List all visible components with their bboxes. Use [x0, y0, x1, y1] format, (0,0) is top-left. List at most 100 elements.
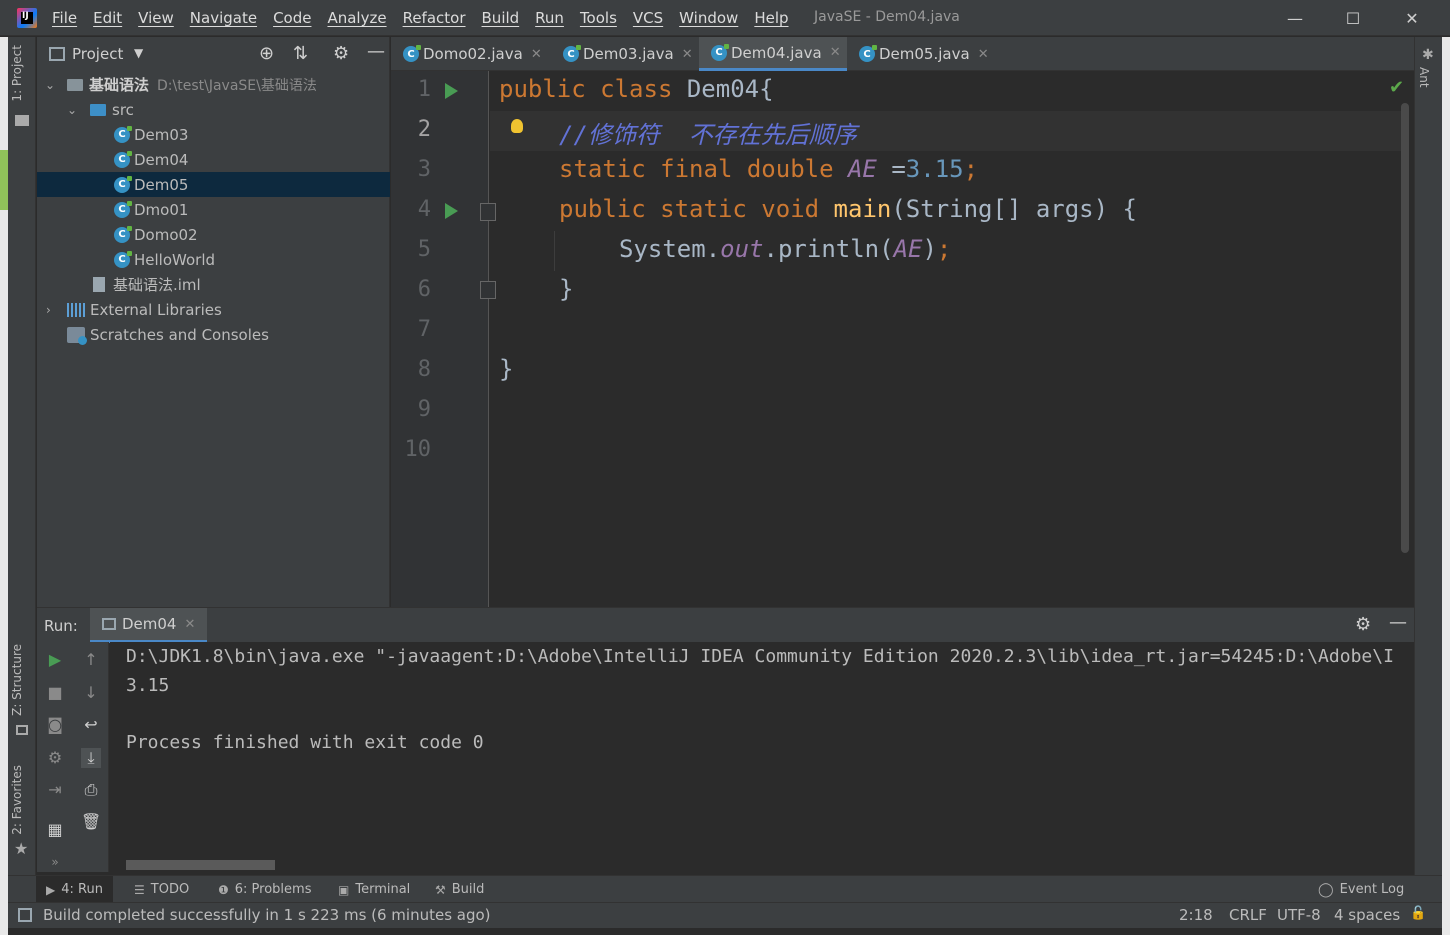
menu-vcs[interactable]: VCS	[633, 9, 663, 27]
tab-dem04[interactable]: C Dem04.java ✕	[699, 37, 847, 71]
hide-panel-icon[interactable]: —	[367, 41, 385, 62]
file-encoding[interactable]: UTF-8	[1277, 906, 1321, 924]
close-tab-icon[interactable]: ✕	[978, 47, 989, 62]
star-icon: ★	[14, 839, 29, 858]
tab-build[interactable]: ⚒ Build	[425, 876, 494, 903]
tree-item-dem03[interactable]: C Dem03	[37, 122, 390, 147]
gear-icon[interactable]: ⚙	[1355, 614, 1371, 635]
indent-setting[interactable]: 4 spaces	[1334, 906, 1400, 924]
project-tool-tab[interactable]: 1: Project	[10, 45, 24, 102]
ant-tool-tab[interactable]: Ant	[1417, 67, 1431, 88]
toggle-tool-windows-icon[interactable]	[18, 908, 32, 922]
rerun-icon[interactable]: ▶	[45, 650, 65, 670]
java-class-icon: C	[114, 225, 132, 243]
collapse-all-icon[interactable]: ⇅	[293, 43, 308, 64]
tab-problems[interactable]: ❶ 6: Problems	[208, 876, 321, 903]
settings-icon[interactable]: ⚙	[45, 748, 65, 768]
close-tab-icon[interactable]: ✕	[531, 47, 542, 62]
layout-icon[interactable]: ▦	[45, 820, 65, 840]
tree-item-helloworld[interactable]: C HelloWorld	[37, 247, 390, 272]
tab-label: Domo02.java	[423, 45, 523, 63]
tab-dem05[interactable]: C Dem05.java ✕	[847, 37, 995, 71]
line-separator[interactable]: CRLF	[1229, 906, 1267, 924]
menu-help[interactable]: Help	[754, 9, 788, 27]
menu-edit[interactable]: Edit	[93, 9, 122, 27]
gear-icon[interactable]: ⚙	[333, 43, 349, 64]
menu-code[interactable]: Code	[273, 9, 311, 27]
event-log-button[interactable]: ◯ Event Log	[1308, 876, 1414, 903]
print-icon[interactable]: ⎙	[81, 780, 101, 800]
code-token: ;	[963, 155, 979, 183]
tree-item-scratches[interactable]: Scratches and Consoles	[37, 322, 390, 347]
run-toolbar-primary: ▶ ■ ◙ ⚙ ⇥ ▦ »	[37, 642, 73, 872]
menu-build[interactable]: Build	[482, 9, 520, 27]
close-tab-icon[interactable]: ✕	[830, 45, 841, 60]
scratches-icon	[67, 326, 87, 345]
more-icon[interactable]: »	[45, 852, 65, 872]
tree-item-src[interactable]: ⌄ src	[37, 97, 390, 122]
run-class-icon[interactable]	[445, 83, 458, 99]
favorites-tool-tab[interactable]: 2: Favorites	[10, 765, 24, 835]
hide-panel-icon[interactable]: —	[1389, 612, 1407, 633]
tab-terminal[interactable]: ▣ Terminal	[328, 876, 420, 903]
tab-domo02[interactable]: C Domo02.java ✕	[391, 37, 551, 71]
tab-todo[interactable]: ☰ TODO	[124, 876, 199, 903]
tab-dem03[interactable]: C Dem03.java ✕	[551, 37, 699, 71]
fold-marker-icon[interactable]	[480, 203, 496, 221]
caret-position[interactable]: 2:18	[1179, 906, 1213, 924]
tree-item-module[interactable]: ⌄ 基础语法 D:\test\JavaSE\基础语法	[37, 72, 390, 97]
code-line-8: }	[499, 355, 513, 383]
arrow-up-icon[interactable]: ↑	[81, 650, 101, 670]
menu-window[interactable]: Window	[679, 9, 738, 27]
close-window-button[interactable]: ✕	[1384, 0, 1440, 36]
menu-file[interactable]: File	[52, 9, 77, 27]
tree-item-domo02[interactable]: C Domo02	[37, 222, 390, 247]
fold-marker-icon[interactable]	[480, 281, 496, 299]
stop-icon[interactable]: ■	[45, 683, 65, 703]
menu-analyze[interactable]: Analyze	[327, 9, 386, 27]
structure-tool-tab[interactable]: Z: Structure	[10, 644, 24, 716]
trash-icon[interactable]: 🗑	[81, 812, 101, 832]
editor-scrollbar[interactable]	[1401, 103, 1409, 553]
tree-item-dem04[interactable]: C Dem04	[37, 147, 390, 172]
code-line-3: static final double AE =3.15;	[559, 155, 978, 183]
scroll-to-end-icon[interactable]: ⤓	[81, 748, 101, 768]
menu-refactor[interactable]: Refactor	[403, 9, 466, 27]
code-editor[interactable]: 1 2 3 4 5 6 7 8 9 10 public class Dem04{…	[391, 71, 1414, 607]
soft-wrap-icon[interactable]: ↩	[81, 715, 101, 735]
status-message[interactable]: Build completed successfully in 1 s 223 …	[43, 906, 491, 924]
tree-item-iml[interactable]: 基础语法.iml	[37, 272, 390, 297]
tree-item-external-libraries[interactable]: › External Libraries	[37, 297, 390, 322]
menu-run[interactable]: Run	[535, 9, 564, 27]
console-line: Process finished with exit code 0	[126, 732, 484, 753]
menu-navigate[interactable]: Navigate	[190, 9, 257, 27]
run-main-icon[interactable]	[445, 203, 458, 219]
inspection-ok-icon[interactable]: ✔	[1389, 77, 1404, 98]
java-class-icon: C	[114, 125, 132, 143]
run-config-tab[interactable]: Dem04 ✕	[90, 608, 208, 643]
camera-icon[interactable]: ◙	[45, 715, 65, 735]
code-line-6: }	[559, 275, 573, 303]
project-view-selector[interactable]: Project	[72, 45, 123, 63]
console-output[interactable]: D:\JDK1.8\bin\java.exe "-javaagent:D:\Ad…	[110, 642, 1414, 872]
lightbulb-icon[interactable]	[511, 119, 523, 133]
menu-tools[interactable]: Tools	[580, 9, 617, 27]
close-tab-icon[interactable]: ✕	[682, 47, 693, 62]
locate-icon[interactable]: ⊕	[259, 43, 274, 64]
close-tab-icon[interactable]: ✕	[184, 617, 195, 632]
maximize-button[interactable]: ☐	[1325, 0, 1381, 36]
arrow-down-icon[interactable]: ↓	[81, 683, 101, 703]
exit-icon[interactable]: ⇥	[45, 780, 65, 800]
menu-view[interactable]: View	[138, 9, 174, 27]
tree-item-dmo01[interactable]: C Dmo01	[37, 197, 390, 222]
tab-run[interactable]: ▶ 4: Run	[36, 876, 113, 903]
chevron-down-icon[interactable]: ▼	[134, 46, 143, 60]
lock-icon[interactable]: 🔓	[1410, 906, 1426, 921]
console-horizontal-scrollbar[interactable]	[126, 860, 275, 870]
chevron-down-icon[interactable]: ⌄	[45, 78, 55, 92]
code-line-5: System.out.println(AE);	[619, 235, 951, 263]
chevron-down-icon[interactable]: ⌄	[67, 103, 77, 117]
chevron-right-icon[interactable]: ›	[46, 303, 51, 317]
minimize-button[interactable]: —	[1267, 0, 1323, 36]
tree-item-dem05[interactable]: C Dem05	[37, 172, 390, 197]
